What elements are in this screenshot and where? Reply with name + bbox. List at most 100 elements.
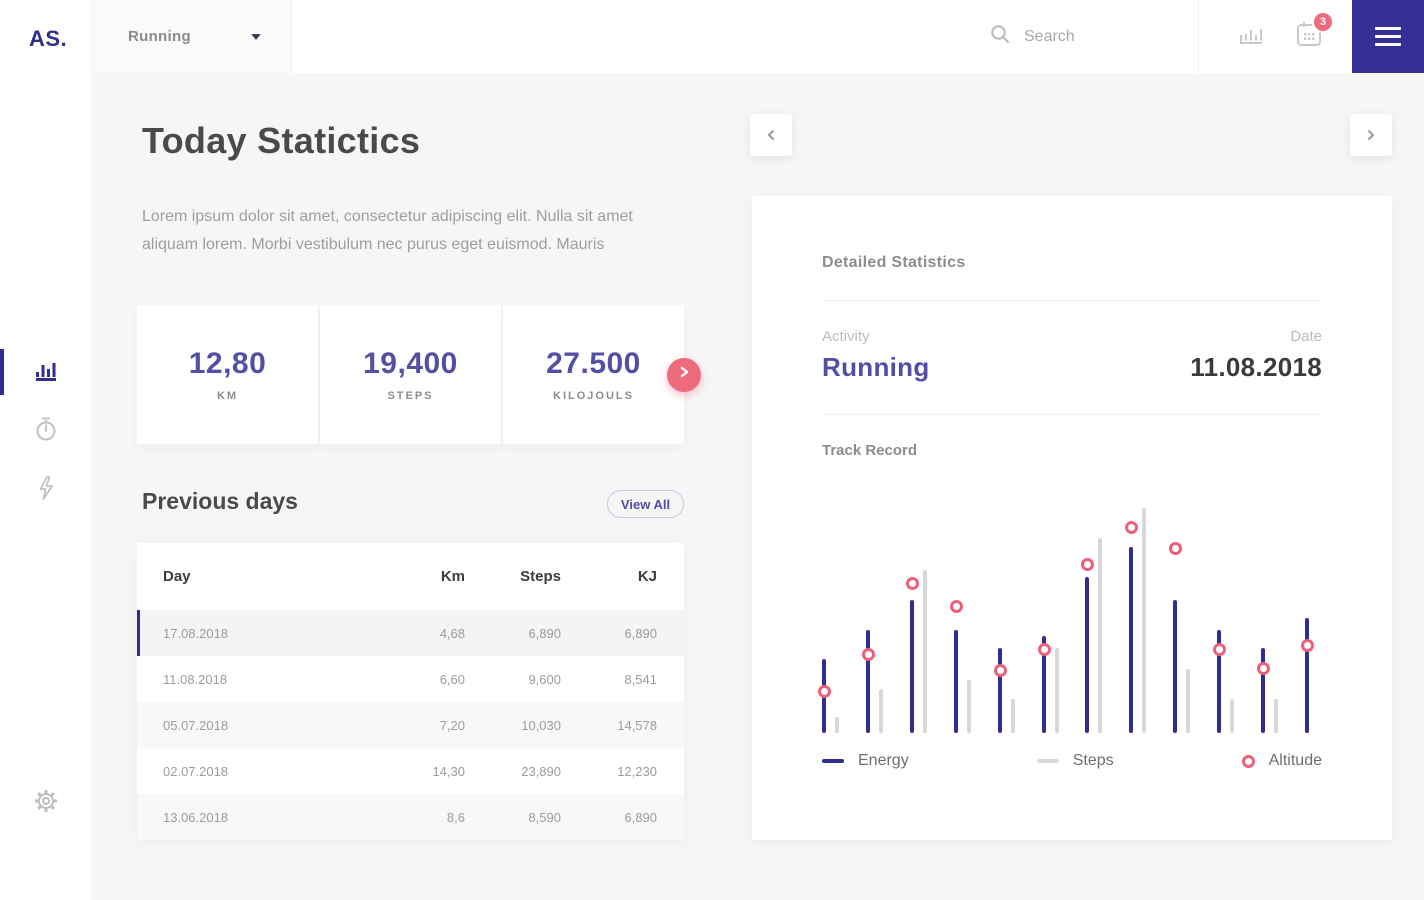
stats-next-button[interactable] — [667, 357, 701, 392]
calendar-button[interactable]: 3 — [1296, 11, 1334, 52]
stat-label: KILOJOULS — [553, 390, 634, 402]
chart-group — [1213, 496, 1235, 733]
chart-group — [818, 496, 839, 733]
steps-bar — [1186, 668, 1191, 733]
table-row[interactable]: 02.07.2018 14,30 23,890 12,230 — [137, 748, 684, 794]
table-row[interactable]: 05.07.2018 7,20 10,030 14,578 — [137, 702, 684, 748]
table-body: 17.08.2018 4,68 6,890 6,890 11.08.2018 6,60 9,… — [137, 610, 684, 840]
today-stats-row: 12,80 KM 19,400 STEPS 27.500 KILOJOULS — [137, 305, 701, 444]
sidebar-item-timer[interactable] — [0, 407, 91, 455]
bar-chart-icon — [1239, 23, 1264, 50]
carousel-prev-button[interactable] — [750, 114, 792, 156]
hamburger-icon — [1375, 27, 1401, 30]
table-cell: 9,600 — [528, 671, 561, 687]
altitude-marker — [905, 576, 919, 590]
table-row[interactable]: 11.08.2018 6,60 9,600 8,541 — [137, 656, 684, 702]
chart-group — [1257, 496, 1279, 733]
carousel-next-button[interactable] — [1350, 114, 1392, 156]
legend-item-altitude: Altitude — [1241, 752, 1322, 770]
chevron-right-icon — [677, 365, 691, 384]
table-cell: 8,541 — [624, 671, 657, 687]
altitude-marker — [1081, 558, 1095, 572]
statistics-shortcut-button[interactable] — [1239, 23, 1264, 50]
bar-chart-icon — [34, 359, 58, 386]
stat-label: KM — [216, 390, 239, 402]
energy-legend-swatch — [822, 759, 844, 763]
table-header-row: Day Km Steps KJ — [137, 543, 684, 610]
column-header-kj: KJ — [637, 568, 657, 585]
activity-dropdown[interactable]: Running — [91, 0, 292, 73]
stat-card-km: 12,80 KM — [137, 305, 318, 444]
table-cell: 8,590 — [528, 809, 561, 825]
search-input[interactable] — [1024, 27, 1174, 46]
stat-value: 19,400 — [363, 347, 458, 380]
table-row[interactable]: 17.08.2018 4,68 6,890 6,890 — [137, 610, 684, 656]
altitude-legend-swatch — [1241, 754, 1255, 768]
altitude-marker — [1037, 643, 1051, 657]
energy-bar — [1261, 647, 1266, 733]
steps-bar — [835, 716, 839, 733]
column-header-day: Day — [163, 568, 191, 585]
table-row[interactable]: 13.06.2018 8,6 8,590 6,890 — [137, 794, 684, 840]
table-cell: 7,20 — [439, 717, 465, 733]
table-cell: 4,68 — [439, 625, 465, 641]
legend-label: Steps — [1072, 752, 1114, 769]
legend-label: Energy — [858, 752, 909, 769]
table-cell: 14,30 — [432, 763, 465, 779]
chart-group — [1081, 496, 1103, 733]
sidebar-item-statistics[interactable] — [0, 348, 91, 396]
energy-bar — [997, 647, 1002, 733]
chart-group — [949, 496, 971, 733]
table-cell: 23,890 — [521, 763, 561, 779]
chart-group — [861, 496, 883, 733]
altitude-marker — [949, 599, 963, 613]
altitude-marker — [993, 663, 1007, 677]
steps-bar — [1010, 698, 1015, 733]
divider — [822, 300, 1322, 301]
topbar-icons: 3 — [1199, 0, 1352, 73]
app-logo: AS. — [29, 26, 68, 51]
topbar: Running Search 3 — [91, 0, 1424, 73]
stat-value: 12,80 — [188, 347, 267, 380]
steps-bar — [966, 680, 971, 733]
altitude-marker — [1213, 643, 1227, 657]
previous-days-table: Day Km Steps KJ 17.08.2018 4,68 6,890 6,890… — [137, 543, 684, 840]
search-icon — [990, 24, 1010, 49]
chart-group — [1037, 496, 1059, 733]
notification-badge: 3 — [1312, 11, 1334, 33]
stat-card-kilojouls: 27.500 KILOJOULS — [503, 305, 684, 444]
steps-bar — [1098, 537, 1103, 733]
stat-label: STEPS — [387, 390, 434, 402]
view-all-button[interactable]: View All — [607, 490, 684, 518]
legend-item-energy: Energy — [822, 752, 909, 770]
energy-bar — [1305, 618, 1309, 733]
steps-bar — [878, 689, 883, 733]
gear-icon — [33, 788, 59, 819]
table-cell: 12,230 — [617, 763, 657, 779]
table-cell: 6,890 — [528, 625, 561, 641]
sidebar-item-energy[interactable] — [0, 466, 91, 514]
energy-bar — [1085, 576, 1090, 733]
detailed-statistics-title: Detailed Statistics — [822, 254, 966, 271]
chevron-left-icon — [768, 130, 774, 140]
date-block: Date 11.08.2018 — [1190, 328, 1322, 383]
chart-group — [1125, 496, 1147, 733]
table-cell: 6,890 — [624, 625, 657, 641]
previous-days-title: Previous days — [142, 488, 298, 514]
lightning-icon — [36, 475, 56, 506]
altitude-marker — [818, 684, 831, 698]
table-cell: 11.08.2018 — [163, 671, 228, 687]
track-record-title: Track Record — [822, 442, 918, 459]
column-header-steps: Steps — [520, 568, 561, 585]
stopwatch-icon — [34, 416, 58, 447]
sidebar: AS. — [0, 0, 91, 900]
hamburger-menu-button[interactable] — [1352, 0, 1424, 73]
table-cell: 05.07.2018 — [163, 717, 229, 733]
activity-value: Running — [822, 352, 930, 382]
steps-bar — [1054, 647, 1059, 733]
table-cell: 10,030 — [521, 717, 561, 733]
steps-legend-swatch — [1036, 759, 1059, 763]
table-cell: 6,890 — [624, 809, 657, 825]
steps-bar — [922, 569, 927, 733]
sidebar-item-settings[interactable] — [0, 779, 91, 827]
